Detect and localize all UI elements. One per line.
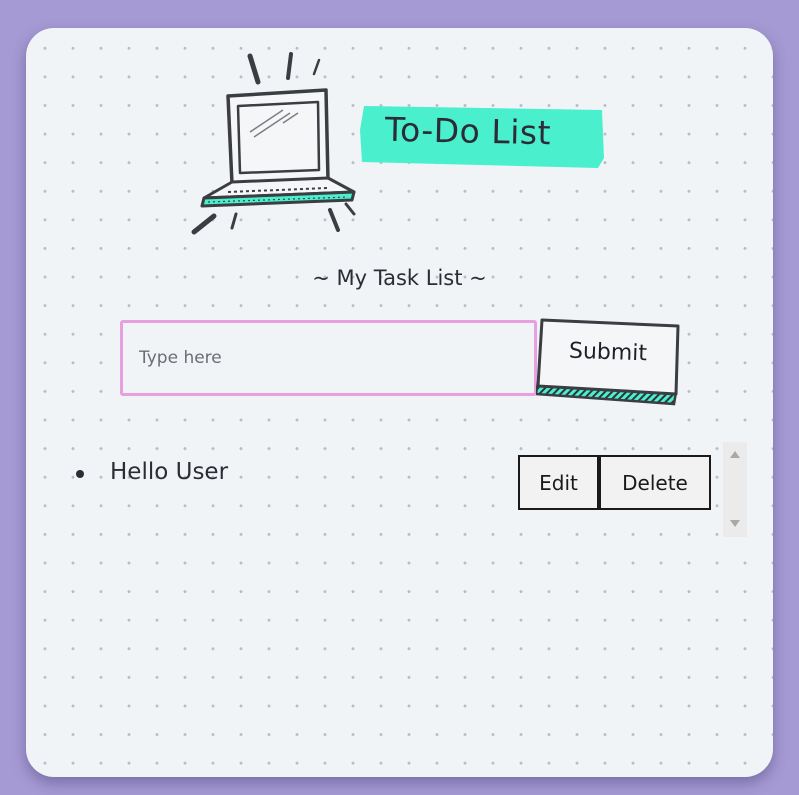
laptop-icon <box>191 52 356 235</box>
task-item: Hello User Edit Delete <box>68 452 748 512</box>
task-list-subtitle: ~ My Task List ~ <box>312 266 487 290</box>
page-title: To-Do List <box>384 109 552 153</box>
task-text: Hello User <box>110 459 229 485</box>
delete-button[interactable]: Delete <box>599 455 711 510</box>
task-list: Hello User Edit Delete <box>68 452 748 512</box>
task-input[interactable] <box>120 320 537 396</box>
scroll-down-arrow-icon[interactable] <box>730 520 740 527</box>
bullet-icon <box>76 470 84 478</box>
task-list-scrollbar[interactable] <box>723 442 747 537</box>
edit-button[interactable]: Edit <box>518 455 599 510</box>
submit-button[interactable]: Submit <box>536 318 680 406</box>
submit-label: Submit <box>568 338 648 367</box>
scroll-up-arrow-icon[interactable] <box>730 451 740 458</box>
